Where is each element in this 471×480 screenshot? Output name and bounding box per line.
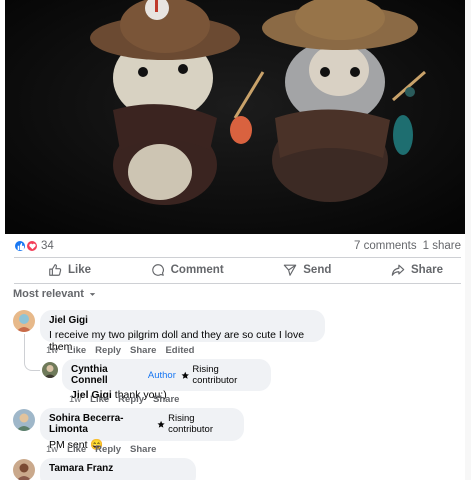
shares-count[interactable]: 1 share (423, 240, 461, 252)
comments-count[interactable]: 7 comments (354, 240, 417, 252)
avatar[interactable] (42, 362, 58, 378)
comment-label: Comment (170, 264, 224, 276)
reply-reply-button[interactable]: Reply (118, 394, 144, 405)
reply-time[interactable]: 1w (69, 394, 81, 405)
sort-label: Most relevant (13, 288, 84, 300)
comment-author[interactable]: Sohira Becerra-Limonta (49, 413, 152, 435)
avatar[interactable] (13, 459, 35, 480)
chevron-down-icon (89, 292, 96, 296)
reaction-count: 34 (41, 240, 54, 252)
star-icon (181, 371, 189, 379)
comment-bubble: Jiel Gigi I receive my two pilgrim doll … (40, 310, 325, 353)
like-label: Like (68, 264, 92, 276)
comment-button[interactable]: Comment (151, 263, 224, 277)
share-button[interactable]: Share (391, 263, 443, 277)
avatar[interactable] (13, 409, 35, 431)
reply-bubble: Cynthia Connell Author Rising contributo… (62, 359, 271, 401)
badge-label: Rising contributor (168, 413, 213, 435)
reply-author[interactable]: Cynthia Connell (71, 364, 143, 386)
share-arrow-icon (391, 264, 405, 276)
comment-bubble: Tamara Franz (40, 458, 196, 480)
comment-edited-label[interactable]: Edited (165, 345, 194, 356)
send-button[interactable]: Send (283, 263, 331, 277)
comment-author[interactable]: Tamara Franz (49, 463, 113, 474)
divider (14, 283, 461, 284)
comment-time[interactable]: 1w (46, 444, 58, 455)
thumbs-up-icon (49, 264, 62, 276)
scrollbar[interactable] (465, 0, 471, 480)
author-tag: Author (147, 369, 176, 381)
send-label: Send (303, 264, 332, 276)
rising-contributor-badge: Rising contributor (181, 364, 262, 386)
comment-reply-button[interactable]: Reply (95, 345, 121, 356)
reply-thread-line (24, 334, 40, 371)
post-action-bar: Like Comment Send Share (14, 258, 461, 282)
like-button[interactable]: Like (48, 263, 91, 277)
reply-share-button[interactable]: Share (153, 394, 179, 405)
comment-bubble: Sohira Becerra-Limonta Rising contributo… (40, 408, 244, 451)
badge-label: Rising contributor (192, 364, 238, 386)
rising-contributor-badge: Rising contributor (157, 413, 235, 435)
comment-like-button[interactable]: Like (67, 345, 86, 356)
like-reaction-icon (14, 240, 26, 252)
send-icon (284, 264, 297, 276)
comment-bubble-icon (151, 264, 164, 276)
comment-sort-dropdown[interactable]: Most relevant (13, 288, 97, 300)
love-reaction-icon (26, 240, 38, 252)
reaction-summary[interactable]: 34 (14, 240, 54, 252)
comment-time[interactable]: 1w (46, 345, 58, 356)
comment-author[interactable]: Jiel Gigi (49, 315, 88, 326)
reply-like-button[interactable]: Like (90, 394, 109, 405)
comment-meta: 1w Like Reply Share (46, 444, 156, 455)
star-icon (157, 420, 165, 428)
comment-share-button[interactable]: Share (130, 345, 156, 356)
comment-share-button[interactable]: Share (130, 444, 156, 455)
comment-like-button[interactable]: Like (67, 444, 86, 455)
post-stats-row: 34 7 comments 1 share (14, 238, 461, 254)
post-photo[interactable] (5, 0, 466, 234)
reply-meta: 1w Like Reply Share (69, 394, 179, 405)
avatar[interactable] (13, 310, 35, 332)
share-label: Share (411, 264, 443, 276)
comment-reply-button[interactable]: Reply (95, 444, 121, 455)
comment-meta: 1w Like Reply Share Edited (46, 345, 194, 356)
